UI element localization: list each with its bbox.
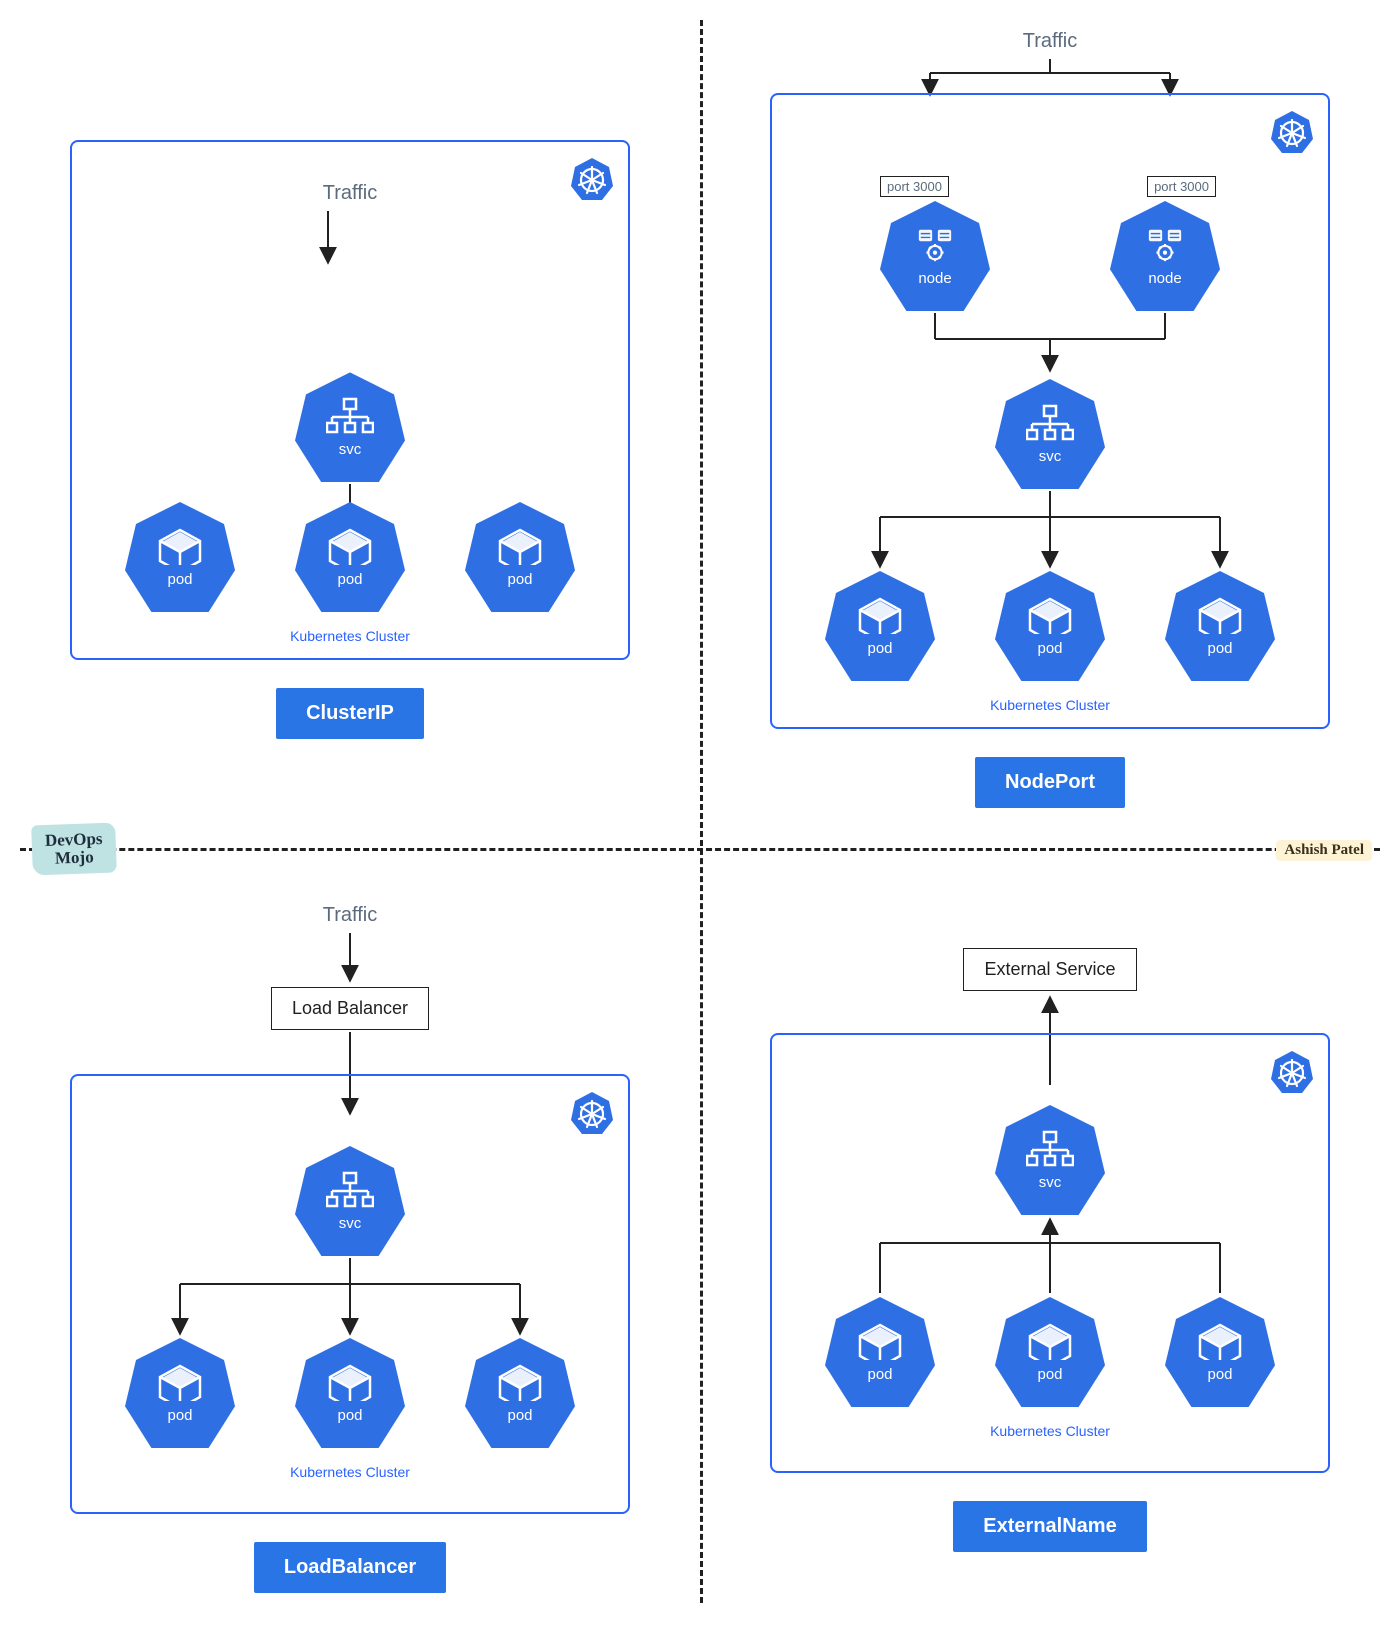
svc-icon: svc bbox=[995, 379, 1105, 489]
kubernetes-icon bbox=[570, 1090, 614, 1134]
node-icon: node bbox=[1110, 201, 1220, 311]
service-type-title: ClusterIP bbox=[276, 688, 424, 739]
pod-label: pod bbox=[507, 571, 532, 588]
svc-label: svc bbox=[339, 1215, 362, 1232]
cluster-box: svc pod pod pod Kubernetes Cluster bbox=[70, 1074, 630, 1514]
cluster-caption: Kubernetes Cluster bbox=[290, 1464, 410, 1480]
service-type-title: LoadBalancer bbox=[254, 1542, 446, 1593]
service-type-title: NodePort bbox=[975, 757, 1125, 808]
pod-icon: pod bbox=[125, 502, 235, 612]
svc-icon: svc bbox=[995, 1105, 1105, 1215]
pod-icon: pod bbox=[1165, 1297, 1275, 1407]
cluster-caption: Kubernetes Cluster bbox=[290, 628, 410, 644]
svc-label: svc bbox=[1039, 448, 1062, 465]
kubernetes-icon bbox=[1270, 109, 1314, 153]
service-type-title: ExternalName bbox=[953, 1501, 1146, 1552]
quadrant-externalname: External Service svc pod pod pod Kuberne… bbox=[700, 848, 1400, 1633]
pod-icon: pod bbox=[825, 1297, 935, 1407]
pod-icon: pod bbox=[465, 1338, 575, 1448]
svc-label: svc bbox=[339, 441, 362, 458]
pod-label: pod bbox=[167, 571, 192, 588]
cluster-box: Traffic svc pod pod bbox=[70, 140, 630, 660]
pod-icon: pod bbox=[125, 1338, 235, 1448]
node-label: node bbox=[918, 270, 951, 287]
pod-label: pod bbox=[337, 571, 362, 588]
pod-label: pod bbox=[867, 1366, 892, 1383]
cluster-caption: Kubernetes Cluster bbox=[990, 1423, 1110, 1439]
traffic-label: Traffic bbox=[323, 182, 377, 205]
load-balancer-box: Load Balancer bbox=[271, 987, 429, 1030]
node-label: node bbox=[1148, 270, 1181, 287]
port-label: port 3000 bbox=[880, 176, 949, 197]
pod-label: pod bbox=[867, 640, 892, 657]
quadrant-nodeport: Traffic port 3000 node port 3000 node bbox=[700, 0, 1400, 848]
pod-label: pod bbox=[1037, 640, 1062, 657]
pod-label: pod bbox=[337, 1407, 362, 1424]
pod-icon: pod bbox=[1165, 571, 1275, 681]
pod-label: pod bbox=[507, 1407, 532, 1424]
pod-icon: pod bbox=[825, 571, 935, 681]
pod-icon: pod bbox=[295, 502, 405, 612]
cluster-caption: Kubernetes Cluster bbox=[990, 697, 1110, 713]
pod-label: pod bbox=[1037, 1366, 1062, 1383]
kubernetes-icon bbox=[570, 156, 614, 200]
pod-icon: pod bbox=[995, 1297, 1105, 1407]
pod-label: pod bbox=[1207, 640, 1232, 657]
traffic-label: Traffic bbox=[1023, 30, 1077, 53]
quadrant-clusterip: Traffic svc pod pod bbox=[0, 0, 700, 848]
port-label: port 3000 bbox=[1147, 176, 1216, 197]
quadrant-loadbalancer: Traffic Load Balancer svc pod pod pod Ku… bbox=[0, 848, 700, 1633]
external-service-box: External Service bbox=[963, 948, 1136, 991]
traffic-label: Traffic bbox=[323, 904, 377, 927]
node-icon: node bbox=[880, 201, 990, 311]
pod-label: pod bbox=[1207, 1366, 1232, 1383]
cluster-box: svc pod pod pod Kubernetes Cluster bbox=[770, 1033, 1330, 1473]
pod-label: pod bbox=[167, 1407, 192, 1424]
svc-icon: svc bbox=[295, 372, 405, 482]
svc-icon: svc bbox=[295, 1146, 405, 1256]
pod-icon: pod bbox=[465, 502, 575, 612]
cluster-box: port 3000 node port 3000 node svc bbox=[770, 93, 1330, 729]
diagram-grid: Traffic svc pod pod bbox=[0, 0, 1400, 1623]
pod-icon: pod bbox=[995, 571, 1105, 681]
pod-icon: pod bbox=[295, 1338, 405, 1448]
kubernetes-icon bbox=[1270, 1049, 1314, 1093]
svc-label: svc bbox=[1039, 1174, 1062, 1191]
